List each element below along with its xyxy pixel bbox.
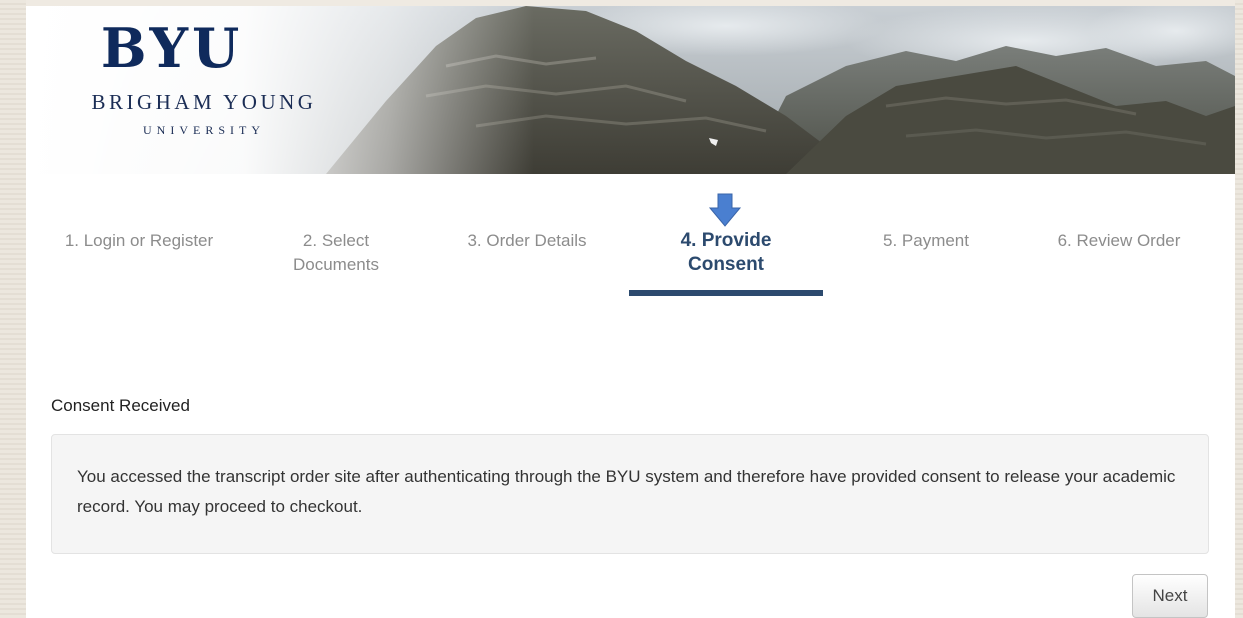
arrow-down-icon (708, 193, 742, 227)
byu-logo: BYU BRIGHAM YOUNG UNIVERSITY (74, 20, 334, 150)
page-background-left (0, 0, 26, 618)
logo-name-line2: UNIVERSITY (143, 123, 265, 137)
header-banner: BYU BRIGHAM YOUNG UNIVERSITY (26, 6, 1235, 174)
next-button[interactable]: Next (1132, 574, 1208, 618)
step-review-order: 6. Review Order (1057, 231, 1181, 250)
step-progress: 1. Login or Register 2. Select Documents… (26, 174, 1235, 304)
logo-wordmark: BYU (100, 16, 244, 80)
step-select-documents: 2. Select Documents (293, 231, 379, 274)
step-payment: 5. Payment (883, 231, 969, 250)
page-background-right (1235, 0, 1243, 618)
consent-notice: You accessed the transcript order site a… (51, 434, 1209, 554)
active-step-underline (629, 290, 823, 296)
step-login-or-register: 1. Login or Register (64, 231, 214, 250)
step-provide-consent: 4. Provide Consent (680, 230, 772, 275)
logo-name-line1: BRIGHAM YOUNG (91, 90, 317, 114)
step-order-details: 3. Order Details (467, 231, 587, 250)
section-title: Consent Received (51, 396, 190, 415)
page-frame: BYU BRIGHAM YOUNG UNIVERSITY 1. Login or… (26, 6, 1235, 618)
consent-message: You accessed the transcript order site a… (77, 467, 1176, 516)
